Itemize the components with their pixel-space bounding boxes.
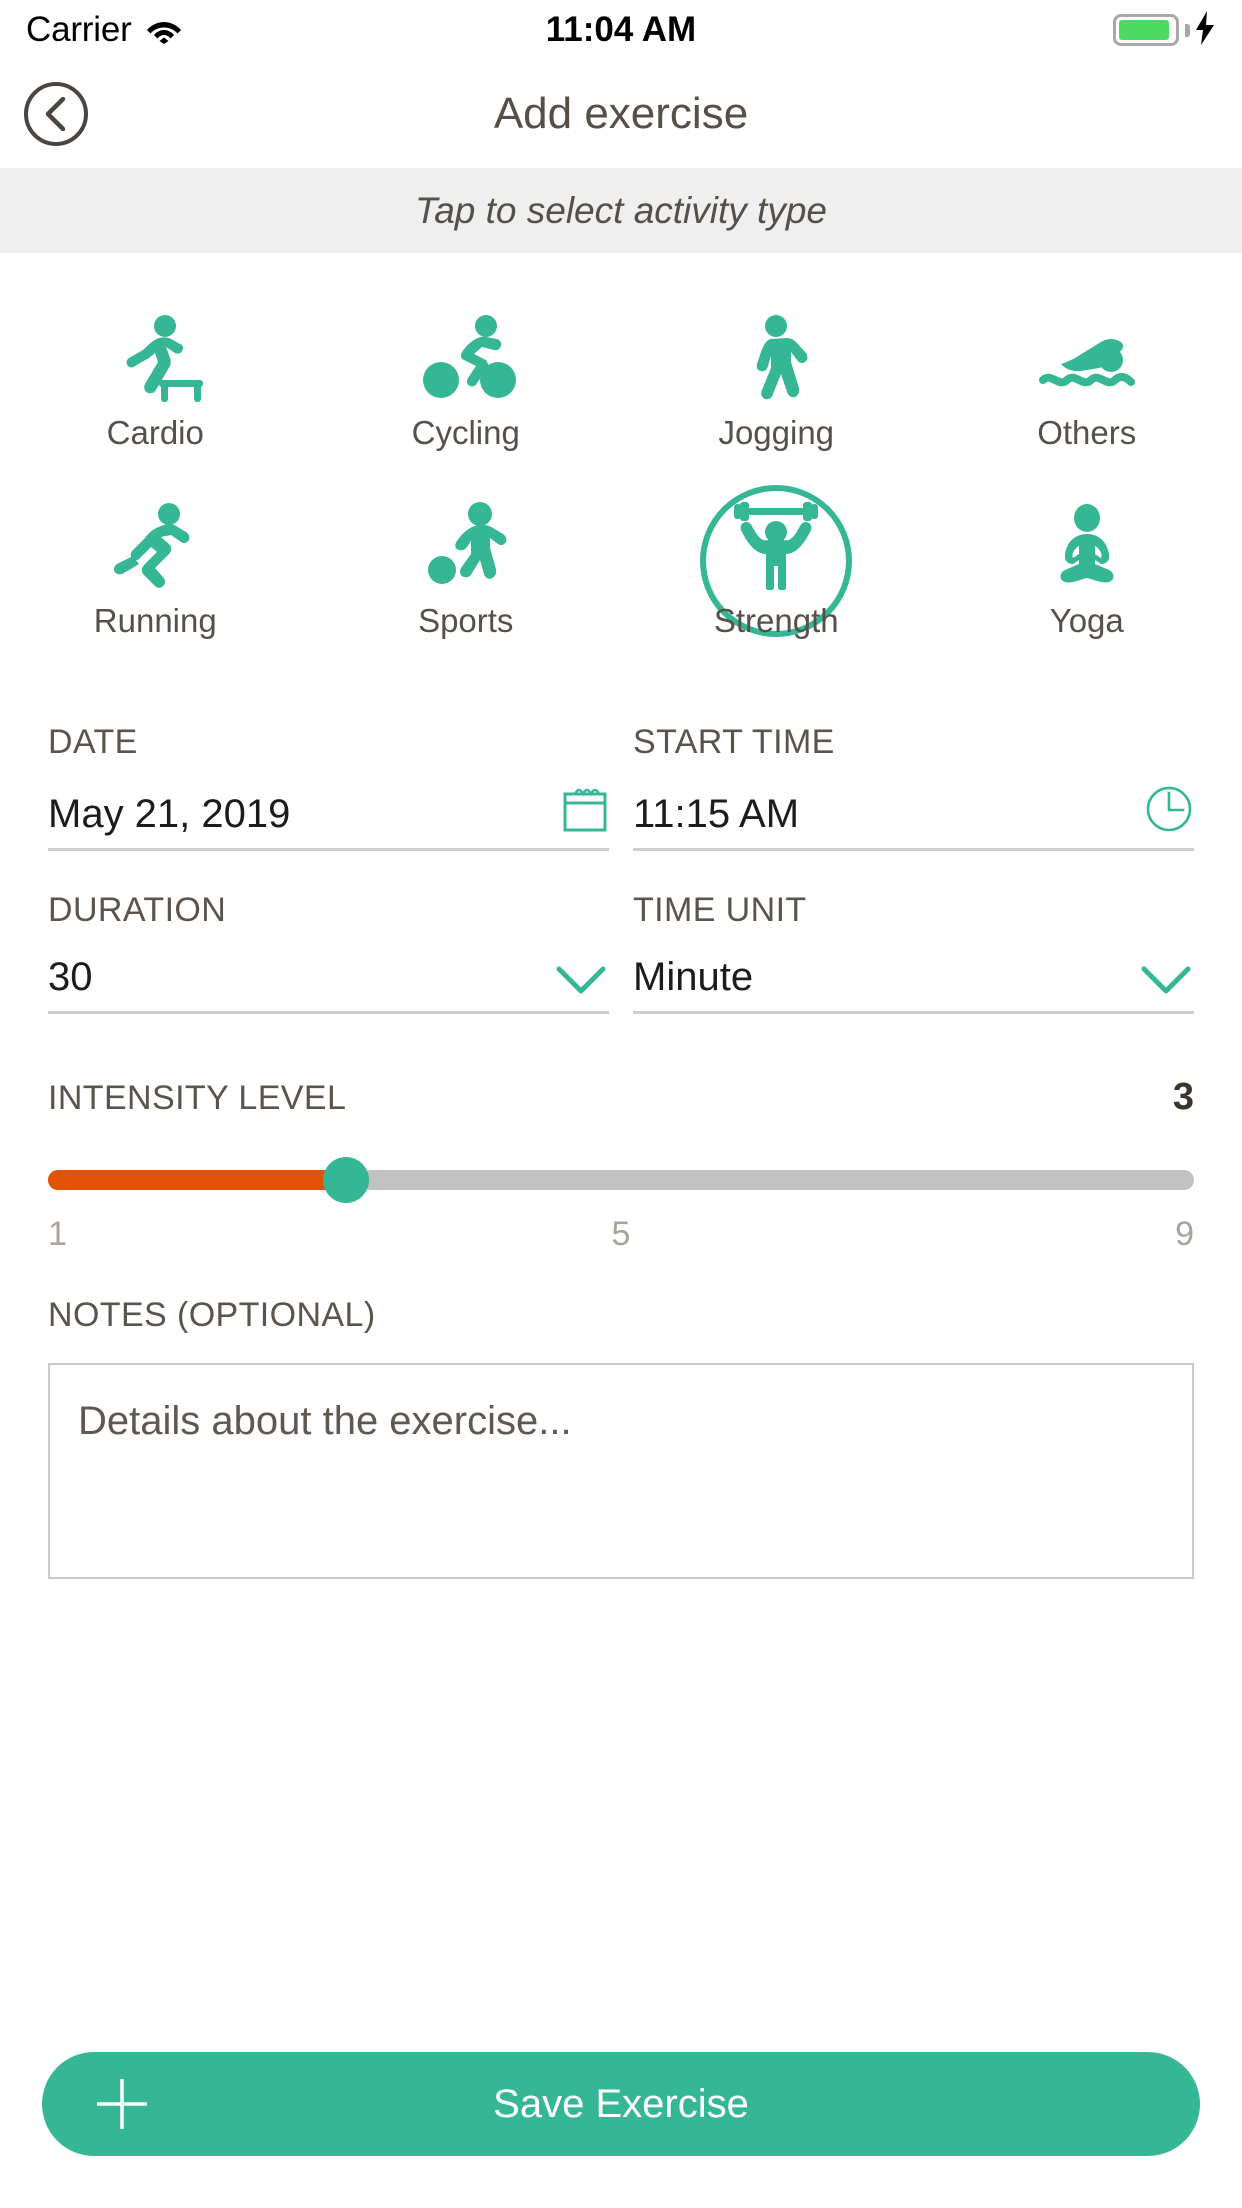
- activity-row: Running Sports Strength Yoga: [0, 477, 1242, 665]
- notes-label: NOTES (OPTIONAL): [48, 1296, 376, 1334]
- lightning-bolt-icon: [1194, 10, 1216, 50]
- slider-fill: [48, 1170, 346, 1190]
- notes-section: NOTES (OPTIONAL) Details about the exerc…: [0, 1254, 1242, 1579]
- yoga-lotus-icon: [1035, 502, 1139, 590]
- exercise-form: DATE May 21, 2019 START TIME 11:15 AM DU…: [0, 665, 1242, 1014]
- time-picker-control[interactable]: 11:15 AM: [633, 784, 1194, 851]
- activity-label: Cycling: [411, 414, 520, 451]
- date-field: DATE May 21, 2019: [48, 693, 609, 851]
- activity-label: Strength: [713, 602, 839, 639]
- date-label: DATE: [48, 723, 138, 761]
- wifi-icon: [146, 16, 182, 44]
- carrier-label: Carrier: [26, 10, 132, 49]
- activity-option-others[interactable]: Others: [932, 289, 1242, 477]
- intensity-header: INTENSITY LEVEL 3: [48, 1076, 1194, 1119]
- save-exercise-button[interactable]: Save Exercise: [42, 2052, 1200, 2156]
- activity-hint-text: Tap to select activity type: [414, 189, 827, 231]
- activity-option-jogging[interactable]: Jogging: [621, 289, 932, 477]
- chevron-down-icon[interactable]: [553, 963, 609, 997]
- battery-cap: [1185, 23, 1190, 37]
- plus-icon: [94, 2076, 150, 2132]
- intensity-value: 3: [1172, 1076, 1194, 1118]
- activity-option-running[interactable]: Running: [0, 477, 311, 665]
- back-button[interactable]: [24, 82, 88, 146]
- intensity-label: INTENSITY LEVEL: [48, 1079, 347, 1117]
- jogging-icon: [724, 314, 828, 402]
- slider-thumb[interactable]: [322, 1157, 369, 1203]
- save-exercise-label: Save Exercise: [493, 2081, 749, 2126]
- cardio-step-icon: [103, 314, 207, 402]
- activity-row: Cardio Cycling Jogging Others: [0, 289, 1242, 477]
- soccer-icon: [414, 502, 518, 590]
- activity-option-cardio[interactable]: Cardio: [0, 289, 311, 477]
- duration-field: DURATION 30: [48, 861, 609, 1014]
- nav-bar: Add exercise: [0, 60, 1242, 168]
- activity-label: Cardio: [106, 414, 204, 451]
- save-bar: Save Exercise: [0, 2052, 1242, 2208]
- notes-placeholder: Details about the exercise...: [78, 1399, 572, 1443]
- clock-icon[interactable]: [1144, 784, 1194, 834]
- intensity-slider[interactable]: [48, 1153, 1194, 1207]
- running-icon: [103, 502, 207, 590]
- notes-input[interactable]: Details about the exercise...: [48, 1363, 1194, 1579]
- activity-type-grid: Cardio Cycling Jogging Others Running Sp…: [0, 253, 1242, 665]
- weightlifting-icon: [724, 502, 828, 590]
- cycling-icon: [414, 314, 518, 402]
- chevron-left-icon: [45, 97, 66, 131]
- activity-option-sports[interactable]: Sports: [311, 477, 622, 665]
- time-unit-label: TIME UNIT: [633, 891, 807, 929]
- slider-tick-labels: 1 5 9: [48, 1215, 1194, 1254]
- slider-tick-min: 1: [48, 1215, 67, 1253]
- duration-value: 30: [48, 955, 93, 999]
- activity-option-strength[interactable]: Strength: [621, 477, 932, 665]
- activity-option-cycling[interactable]: Cycling: [311, 289, 622, 477]
- duration-unit-row: DURATION 30 TIME UNIT Minute: [48, 861, 1194, 1014]
- slider-tick-mid: 5: [611, 1215, 631, 1253]
- activity-label: Running: [93, 602, 217, 639]
- battery-icon: [1113, 14, 1179, 46]
- intensity-section: INTENSITY LEVEL 3 1 5 9: [0, 1024, 1242, 1254]
- activity-hint-banner: Tap to select activity type: [0, 168, 1242, 253]
- status-bar-clock: 11:04 AM: [545, 10, 697, 49]
- activity-label: Others: [1037, 414, 1137, 451]
- date-picker-control[interactable]: May 21, 2019: [48, 784, 609, 851]
- chevron-down-icon[interactable]: [1138, 963, 1194, 997]
- date-time-row: DATE May 21, 2019 START TIME 11:15 AM: [48, 693, 1194, 851]
- activity-label: Yoga: [1049, 602, 1124, 639]
- activity-option-yoga[interactable]: Yoga: [932, 477, 1242, 665]
- date-value: May 21, 2019: [48, 792, 291, 836]
- status-bar-right: [1113, 10, 1216, 50]
- start-time-field: START TIME 11:15 AM: [633, 693, 1194, 851]
- start-time-value: 11:15 AM: [633, 792, 800, 836]
- calendar-icon[interactable]: [561, 784, 609, 834]
- start-time-label: START TIME: [633, 723, 835, 761]
- activity-label: Jogging: [718, 414, 835, 451]
- duration-dropdown[interactable]: 30: [48, 952, 609, 1014]
- swimming-icon: [1035, 314, 1139, 402]
- slider-tick-max: 9: [1175, 1215, 1194, 1253]
- status-bar-left: Carrier: [26, 10, 182, 50]
- time-unit-value: Minute: [633, 955, 754, 999]
- status-bar: Carrier 11:04 AM: [0, 0, 1242, 60]
- page-title: Add exercise: [493, 89, 749, 138]
- time-unit-dropdown[interactable]: Minute: [633, 952, 1194, 1014]
- time-unit-field: TIME UNIT Minute: [633, 861, 1194, 1014]
- duration-label: DURATION: [48, 891, 227, 929]
- activity-label: Sports: [418, 602, 514, 639]
